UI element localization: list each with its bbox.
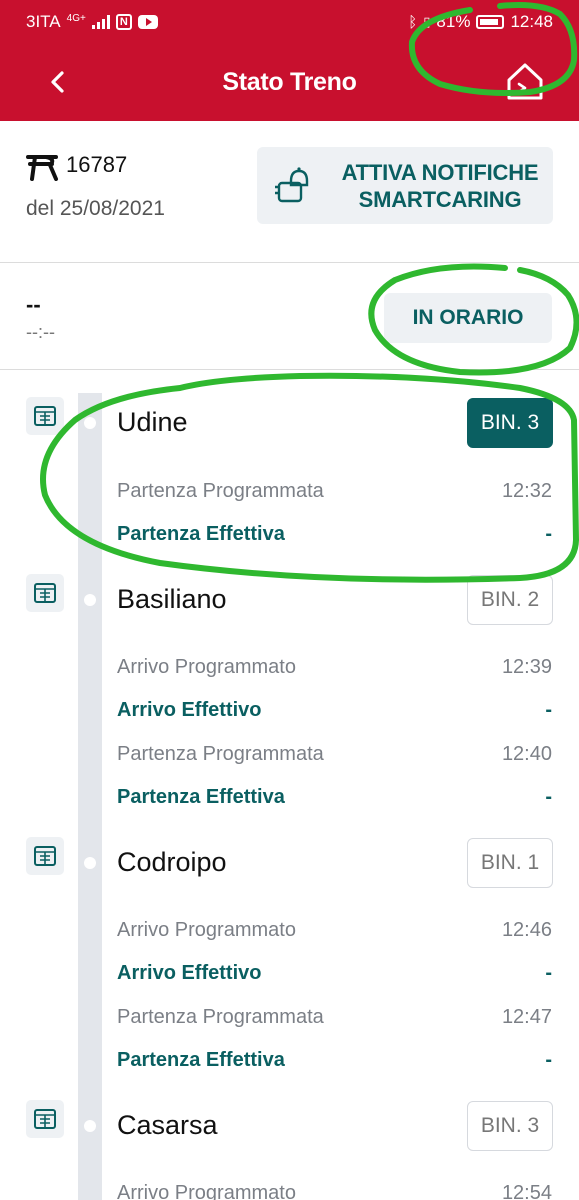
schedule-label: Arrivo Effettivo — [117, 962, 262, 984]
schedule-label: Arrivo Programmato — [117, 1182, 296, 1200]
timetable-icon[interactable] — [26, 837, 64, 875]
station-name: Casarsa — [117, 1110, 218, 1140]
schedule-time: 12:39 — [501, 656, 552, 678]
regionale-logo-icon — [26, 155, 58, 181]
train-number: 16787 — [66, 152, 128, 177]
schedule-label: Partenza Programmata — [117, 480, 324, 502]
schedule-time: - — [545, 523, 552, 545]
schedule-time: 12:47 — [501, 1006, 552, 1028]
timeline-dot — [84, 857, 96, 869]
station-name: Codroipo — [117, 847, 227, 877]
clock: 12:48 — [510, 12, 553, 31]
schedule-label: Partenza Effettiva — [117, 786, 285, 808]
schedule-time: - — [545, 962, 552, 984]
timeline-rail — [78, 393, 102, 1200]
schedule-time: - — [545, 786, 552, 808]
current-status-row: -- --:-- IN ORARIO — [0, 264, 579, 370]
home-icon[interactable] — [505, 60, 545, 102]
nfc-icon: N — [115, 14, 132, 30]
youtube-icon — [137, 15, 158, 29]
toolbar: Stato Treno — [0, 44, 579, 121]
schedule-label: Arrivo Effettivo — [117, 699, 262, 721]
schedule-time: 12:32 — [501, 480, 552, 502]
bluetooth-icon: ᛒ — [408, 13, 418, 31]
status-bar: 3ITA 4G+ N ᛒ ▯ 81% 12:48 — [0, 0, 579, 44]
schedule-time: 12:40 — [501, 743, 552, 765]
schedule-time: - — [545, 1049, 552, 1071]
platform-badge: BIN. 1 — [467, 838, 553, 888]
notify-label-line2: SMARTCARING — [358, 187, 522, 212]
timetable-icon[interactable] — [26, 574, 64, 612]
timeline-dot — [84, 417, 96, 429]
status-badge: IN ORARIO — [384, 293, 552, 343]
vibrate-icon: ▯ — [423, 14, 431, 29]
station-name: Udine — [117, 407, 188, 437]
schedule-label: Partenza Programmata — [117, 1006, 324, 1028]
bell-phone-icon — [275, 167, 309, 203]
schedule-label: Partenza Effettiva — [117, 523, 285, 545]
stops-timeline: Udine BIN. 3 Partenza Programmata 12:32 … — [0, 371, 579, 1200]
schedule-label: Partenza Effettiva — [117, 1049, 285, 1071]
battery-percent: 81% — [436, 12, 471, 31]
schedule-time: 12:46 — [501, 919, 552, 941]
platform-badge: BIN. 3 — [467, 1101, 553, 1151]
network-label: 4G+ — [66, 12, 86, 24]
platform-badge: BIN. 3 — [467, 398, 553, 448]
schedule-time: 12:54 — [501, 1182, 552, 1200]
app-header: 3ITA 4G+ N ᛒ ▯ 81% 12:48 Stato Treno — [0, 0, 579, 121]
station-name: Basiliano — [117, 584, 227, 614]
schedule-label: Arrivo Programmato — [117, 919, 296, 941]
page-title: Stato Treno — [222, 68, 357, 96]
timeline-dot — [84, 594, 96, 606]
platform-badge: BIN. 2 — [467, 575, 553, 625]
train-header: 16787 del 25/08/2021 ATTIVA NOTIFICHE SM… — [0, 121, 579, 263]
battery-icon — [476, 15, 505, 29]
schedule-time: - — [545, 699, 552, 721]
activate-notifications-button[interactable]: ATTIVA NOTIFICHE SMARTCARING — [257, 147, 553, 224]
current-station: -- — [26, 292, 41, 317]
timeline-dot — [84, 1120, 96, 1132]
notify-label-line1: ATTIVA NOTIFICHE — [341, 160, 539, 185]
schedule-label: Arrivo Programmato — [117, 656, 296, 678]
timetable-icon[interactable] — [26, 397, 64, 435]
signal-icon — [91, 15, 110, 29]
schedule-label: Partenza Programmata — [117, 743, 324, 765]
current-time: --:-- — [26, 322, 55, 342]
timetable-icon[interactable] — [26, 1100, 64, 1138]
train-date: del 25/08/2021 — [26, 197, 165, 220]
carrier-label: 3ITA — [26, 12, 61, 31]
